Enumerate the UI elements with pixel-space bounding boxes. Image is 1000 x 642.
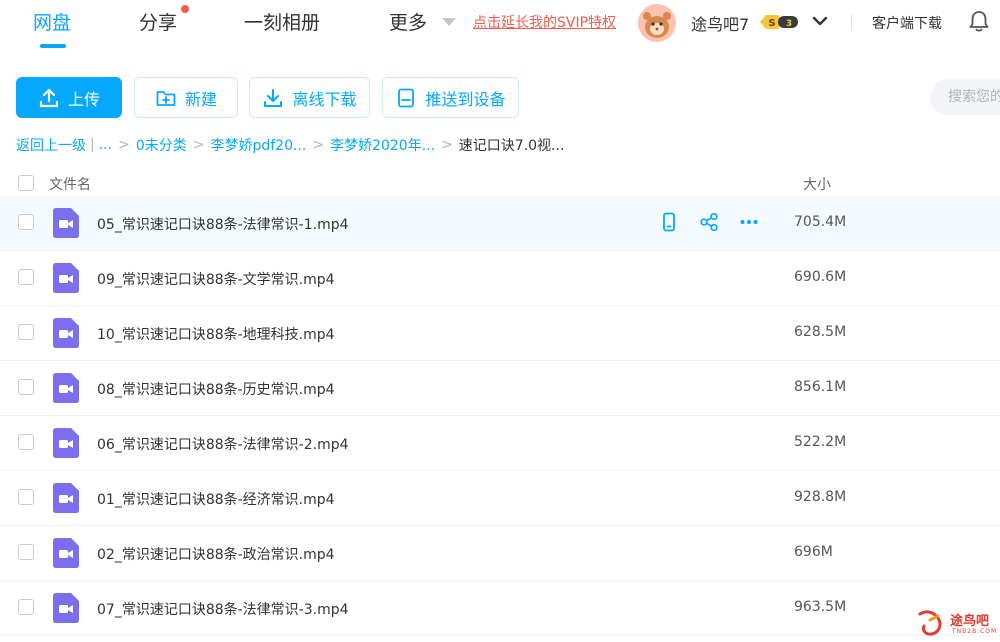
video-file-icon: [53, 593, 79, 623]
nav-active-indicator: [40, 44, 66, 48]
column-header-name[interactable]: 文件名: [49, 174, 91, 194]
svg-text:S: S: [768, 18, 775, 29]
row-actions: [659, 212, 759, 232]
video-file-icon: [53, 208, 79, 238]
more-icon[interactable]: [739, 212, 759, 232]
breadcrumb-separator: >: [118, 137, 130, 153]
file-name[interactable]: 01_常识速记口诀88条-经济常识.mp4: [97, 489, 335, 509]
file-name[interactable]: 02_常识速记口诀88条-政治常识.mp4: [97, 544, 335, 564]
file-name[interactable]: 08_常识速记口诀88条-历史常识.mp4: [97, 379, 335, 399]
client-download-link[interactable]: 客户端下载: [872, 13, 942, 33]
video-file-icon: [53, 373, 79, 403]
table-row[interactable]: 06_常识速记口诀88条-法律常识-2.mp4 522.2M: [0, 416, 1000, 471]
file-size: 628.5M: [794, 324, 847, 340]
table-row[interactable]: 05_常识速记口诀88条-法律常识-1.mp4 705.4M: [0, 196, 1000, 251]
video-file-icon: [53, 483, 79, 513]
row-checkbox[interactable]: [18, 214, 34, 230]
new-folder-button[interactable]: 新建: [134, 77, 238, 118]
file-size: 928.8M: [794, 489, 847, 505]
nav-tab-netdisk[interactable]: 网盘: [33, 8, 71, 35]
table-row[interactable]: 02_常识速记口诀88条-政治常识.mp4 696M: [0, 526, 1000, 581]
avatar[interactable]: [638, 4, 676, 42]
offline-download-button[interactable]: 离线下载: [249, 77, 370, 118]
svip-renew-link[interactable]: 点击延长我的SVIP特权: [473, 12, 616, 32]
file-size: 705.4M: [794, 214, 847, 230]
breadcrumb-separator: >: [441, 137, 453, 153]
column-header-size[interactable]: 大小: [803, 174, 831, 194]
share-icon[interactable]: [699, 212, 719, 232]
divider: [851, 14, 852, 30]
table-row[interactable]: 07_常识速记口诀88条-法律常识-3.mp4 963.5M: [0, 581, 1000, 636]
file-name[interactable]: 06_常识速记口诀88条-法律常识-2.mp4: [97, 434, 349, 454]
file-size: 690.6M: [794, 269, 847, 285]
row-checkbox[interactable]: [18, 489, 34, 505]
download-icon: [264, 88, 283, 107]
breadcrumb-item[interactable]: 李梦娇2020年...: [330, 135, 435, 155]
more-caret-icon[interactable]: [442, 18, 456, 26]
phone-icon[interactable]: [659, 212, 679, 232]
offline-download-button-label: 离线下载: [292, 89, 357, 109]
push-to-device-button[interactable]: 推送到设备: [382, 77, 519, 118]
file-name[interactable]: 09_常识速记口诀88条-文学常识.mp4: [97, 269, 335, 289]
svg-text:3: 3: [786, 19, 792, 29]
breadcrumb-item[interactable]: 0未分类: [136, 135, 187, 155]
breadcrumb-item[interactable]: 李梦娇pdf20...: [210, 135, 306, 155]
new-folder-icon: [156, 90, 176, 106]
notification-dot: [181, 5, 189, 13]
new-folder-button-label: 新建: [184, 89, 217, 109]
breadcrumb-back-link[interactable]: 返回上一级: [16, 135, 86, 155]
row-checkbox[interactable]: [18, 379, 34, 395]
upload-button[interactable]: 上传: [16, 77, 122, 118]
push-to-device-button-label: 推送到设备: [425, 89, 506, 109]
row-checkbox[interactable]: [18, 544, 34, 560]
file-size: 963.5M: [794, 599, 847, 615]
chevron-down-icon[interactable]: [811, 12, 829, 30]
search-input[interactable]: 搜索您的文件: [930, 79, 1000, 115]
video-file-icon: [53, 428, 79, 458]
row-checkbox[interactable]: [18, 434, 34, 450]
upload-button-label: 上传: [67, 89, 100, 109]
breadcrumb-divider: |: [90, 137, 95, 153]
file-name[interactable]: 07_常识速记口诀88条-法律常识-3.mp4: [97, 599, 349, 619]
table-row[interactable]: 09_常识速记口诀88条-文学常识.mp4 690.6M: [0, 251, 1000, 306]
row-checkbox[interactable]: [18, 269, 34, 285]
watermark-subtext: TNB2B.COM: [952, 628, 998, 635]
breadcrumb-separator: >: [312, 137, 325, 153]
upload-icon: [39, 88, 59, 107]
breadcrumb-ellipsis[interactable]: ...: [99, 137, 112, 153]
nav-tab-more[interactable]: 更多: [389, 8, 427, 35]
file-size: 856.1M: [794, 379, 847, 395]
video-file-icon: [53, 538, 79, 568]
file-name[interactable]: 10_常识速记口诀88条-地理科技.mp4: [97, 324, 335, 344]
bell-icon[interactable]: [968, 9, 990, 33]
table-row[interactable]: 08_常识速记口诀88条-历史常识.mp4 856.1M: [0, 361, 1000, 416]
breadcrumb-current: 速记口诀7.0视...: [458, 138, 565, 154]
file-name[interactable]: 05_常识速记口诀88条-法律常识-1.mp4: [97, 214, 349, 234]
watermark-text: 途鸟吧: [950, 614, 990, 629]
row-checkbox[interactable]: [18, 324, 34, 340]
video-file-icon: [53, 263, 79, 293]
top-nav: 网盘 分享 一刻相册 更多 点击延长我的SVIP特权 途鸟吧7 S 3 客户端下…: [0, 0, 1000, 56]
device-icon: [398, 88, 415, 107]
file-size: 696M: [794, 544, 833, 560]
nav-tab-share[interactable]: 分享: [139, 8, 177, 35]
svip-level-badge-icon: S 3: [760, 15, 798, 29]
username[interactable]: 途鸟吧7: [691, 11, 749, 35]
select-all-checkbox[interactable]: [18, 175, 34, 191]
video-file-icon: [53, 318, 79, 348]
table-row[interactable]: 01_常识速记口诀88条-经济常识.mp4 928.8M: [0, 471, 1000, 526]
row-checkbox[interactable]: [18, 599, 34, 615]
file-size: 522.2M: [794, 434, 847, 450]
breadcrumb: 返回上一级 | ... > 0未分类 > 李梦娇pdf20... > 李梦娇20…: [16, 135, 564, 155]
nav-tab-album[interactable]: 一刻相册: [244, 8, 320, 35]
breadcrumb-separator: >: [192, 137, 205, 153]
table-row[interactable]: 10_常识速记口诀88条-地理科技.mp4 628.5M: [0, 306, 1000, 361]
